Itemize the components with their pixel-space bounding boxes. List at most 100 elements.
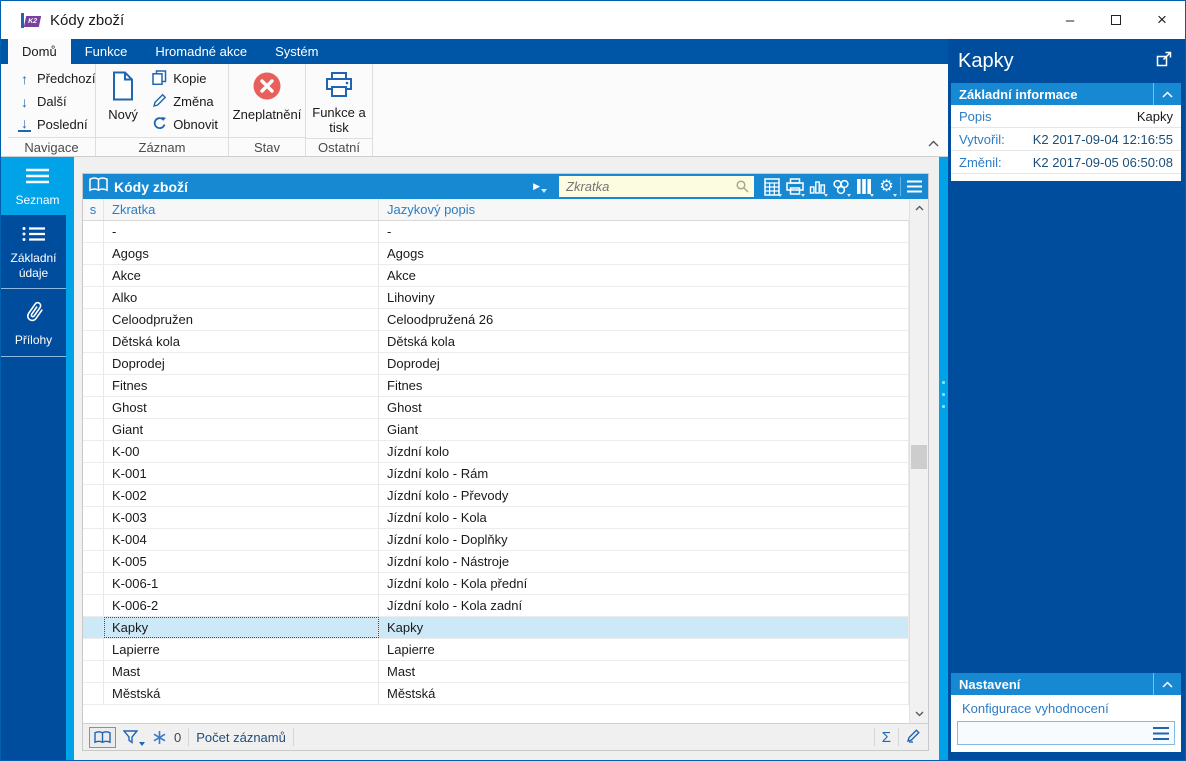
row-zkratka-cell: K-005: [104, 551, 379, 572]
table-row[interactable]: Ghost Ghost: [83, 397, 909, 419]
column-header-zkratka[interactable]: Zkratka: [104, 199, 379, 220]
book-view-toggle[interactable]: [89, 726, 116, 748]
table-row[interactable]: K-004 Jízdní kolo - Doplňky: [83, 529, 909, 551]
scroll-down-button[interactable]: [910, 706, 928, 722]
refresh-button[interactable]: Obnovit: [146, 113, 224, 136]
collapse-section-button[interactable]: [1153, 83, 1181, 105]
row-zkratka-cell: -: [104, 221, 379, 242]
functions-print-button[interactable]: Funkce a tisk: [304, 66, 374, 138]
row-zkratka-cell: Ghost: [104, 397, 379, 418]
chart-button[interactable]: [806, 175, 829, 198]
change-button[interactable]: Změna: [146, 90, 224, 113]
table-row[interactable]: Mast Mast: [83, 661, 909, 683]
filter-button[interactable]: [123, 729, 145, 746]
table-row[interactable]: Dětská kola Dětská kola: [83, 331, 909, 353]
ribbon-collapse-button[interactable]: [928, 134, 939, 152]
next-button[interactable]: ↓ Další: [12, 90, 102, 113]
row-popis-cell: Jízdní kolo - Kola: [379, 507, 909, 528]
special-filter-count: 0: [174, 729, 182, 745]
table-row[interactable]: Doprodej Doprodej: [83, 353, 909, 375]
table-row[interactable]: Celoodpružen Celoodpružená 26: [83, 309, 909, 331]
collapse-section-button[interactable]: [1153, 673, 1181, 695]
grid-menu-button[interactable]: [903, 175, 926, 198]
field-value[interactable]: K2 2017-09-05 06:50:08: [1033, 155, 1173, 170]
calculator-icon: [763, 177, 780, 196]
categories-button[interactable]: [829, 175, 852, 198]
scrollbar-thumb[interactable]: [911, 445, 927, 469]
ribbon-tab-4[interactable]: Systém: [261, 39, 332, 64]
record-count-label[interactable]: Počet záznamů: [196, 730, 286, 745]
ribbon-tab-1[interactable]: Domů: [8, 39, 71, 64]
copy-button[interactable]: Kopie: [146, 67, 224, 90]
new-button[interactable]: Nový: [100, 66, 146, 137]
invalidate-label: Zneplatnění: [232, 107, 302, 122]
table-row[interactable]: Alko Lihoviny: [83, 287, 909, 309]
sidebar-item-zakladni-udaje[interactable]: Základní údaje: [1, 215, 66, 290]
sum-button[interactable]: Σ: [882, 729, 891, 746]
ribbon-tab-2[interactable]: Funkce: [71, 39, 142, 64]
row-status-cell: [83, 573, 104, 594]
special-filter-indicator[interactable]: [152, 730, 167, 745]
edit-button[interactable]: [906, 728, 922, 746]
down-arrow-icon: ↓: [21, 93, 28, 110]
panel-splitter[interactable]: [939, 157, 948, 760]
table-row[interactable]: K-00 Jízdní kolo: [83, 441, 909, 463]
table-row[interactable]: K-005 Jízdní kolo - Nástroje: [83, 551, 909, 573]
row-zkratka-cell: Lapierre: [104, 639, 379, 660]
run-query-button[interactable]: ▶: [527, 179, 553, 194]
table-row[interactable]: Giant Giant: [83, 419, 909, 441]
status-divider: [188, 728, 190, 746]
search-input[interactable]: [559, 176, 754, 197]
detail-panel-spacer: [948, 181, 1185, 673]
table-row[interactable]: K-002 Jízdní kolo - Převody: [83, 485, 909, 507]
column-header-jazykovy-popis[interactable]: Jazykový popis: [379, 199, 909, 220]
open-in-window-button[interactable]: [1156, 51, 1172, 72]
row-status-cell: [83, 485, 104, 506]
field-value[interactable]: Kapky: [1137, 109, 1173, 124]
table-row[interactable]: K-001 Jízdní kolo - Rám: [83, 463, 909, 485]
row-zkratka-cell: K-006-2: [104, 595, 379, 616]
invalidate-button[interactable]: Zneplatnění: [227, 66, 308, 137]
table-row[interactable]: - -: [83, 221, 909, 243]
table-row[interactable]: Městská Městská: [83, 683, 909, 705]
table-row[interactable]: K-003 Jízdní kolo - Kola: [83, 507, 909, 529]
scroll-up-button[interactable]: [910, 200, 928, 216]
sidebar-item-seznam[interactable]: Seznam: [1, 157, 74, 216]
maximize-button[interactable]: [1093, 1, 1139, 39]
table-row[interactable]: Akce Akce: [83, 265, 909, 287]
config-menu-button[interactable]: [1152, 726, 1170, 746]
table-row[interactable]: Lapierre Lapierre: [83, 639, 909, 661]
field-value[interactable]: K2 2017-09-04 12:16:55: [1033, 132, 1173, 147]
config-input[interactable]: [958, 722, 1174, 744]
print-button[interactable]: [783, 175, 806, 198]
minimize-button[interactable]: –: [1047, 1, 1093, 39]
group-label-stav: Stav: [229, 137, 305, 156]
columns-button[interactable]: [852, 175, 875, 198]
search-box: [559, 176, 754, 197]
refresh-icon: [152, 116, 167, 134]
copy-icon: [152, 69, 167, 88]
menu-icon: [907, 180, 922, 193]
table-header-bar: Kódy zboží ▶ Zkratka ⚙: [83, 174, 928, 199]
sidebar-item-prilohy[interactable]: Přílohy: [1, 289, 66, 357]
chevron-up-icon: [915, 205, 923, 211]
table-row[interactable]: K-006-1 Jízdní kolo - Kola přední: [83, 573, 909, 595]
previous-button[interactable]: ↑ Předchozí: [12, 67, 102, 90]
calculator-button[interactable]: [760, 175, 783, 198]
table-row[interactable]: Kapky Kapky: [83, 617, 909, 639]
settings-button[interactable]: ⚙: [875, 175, 898, 198]
ribbon-tab-3[interactable]: Hromadné akce: [141, 39, 261, 64]
table-row[interactable]: Agogs Agogs: [83, 243, 909, 265]
column-header-s[interactable]: s: [83, 199, 104, 220]
table-row[interactable]: K-006-2 Jízdní kolo - Kola zadní: [83, 595, 909, 617]
row-popis-cell: Kapky: [379, 617, 909, 638]
vertical-scrollbar[interactable]: [909, 199, 928, 723]
row-zkratka-cell: K-003: [104, 507, 379, 528]
row-status-cell: [83, 375, 104, 396]
last-button[interactable]: ↓ Poslední: [12, 113, 102, 136]
close-button[interactable]: ×: [1139, 1, 1185, 39]
table-row[interactable]: Fitnes Fitnes: [83, 375, 909, 397]
printer-icon: [785, 178, 804, 195]
maximize-icon: [1111, 15, 1121, 25]
paperclip-icon: [20, 299, 47, 329]
